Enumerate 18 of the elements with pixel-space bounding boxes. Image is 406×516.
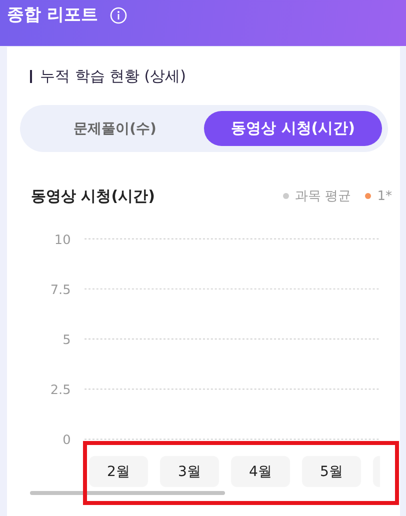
y-axis-label: 0: [62, 433, 71, 448]
month-chip[interactable]: 3월: [160, 456, 219, 487]
y-axis-label: 2.5: [50, 383, 71, 398]
tab[interactable]: 동영상 시청(시간): [204, 111, 382, 146]
y-axis-label: 10: [54, 232, 71, 248]
tab[interactable]: 문제풀이(수): [26, 111, 204, 146]
month-chip[interactable]: 4월: [231, 456, 290, 487]
month-chip[interactable]: 2월: [89, 456, 148, 487]
month-chip[interactable]: 5월: [302, 456, 361, 487]
chart-title: 동영상 시청(시간): [31, 186, 155, 206]
scrollbar-thumb[interactable]: [30, 491, 225, 495]
section-title: 누적 학습 현황 (상세): [40, 66, 186, 86]
legend-label: 과목 평균: [295, 188, 352, 205]
info-icon[interactable]: [110, 7, 127, 24]
y-axis-label: 7.5: [50, 282, 71, 298]
page-title: 종합 리포트: [7, 4, 98, 26]
legend-label: 1*: [377, 188, 392, 204]
y-axis-label: 5: [62, 332, 71, 348]
